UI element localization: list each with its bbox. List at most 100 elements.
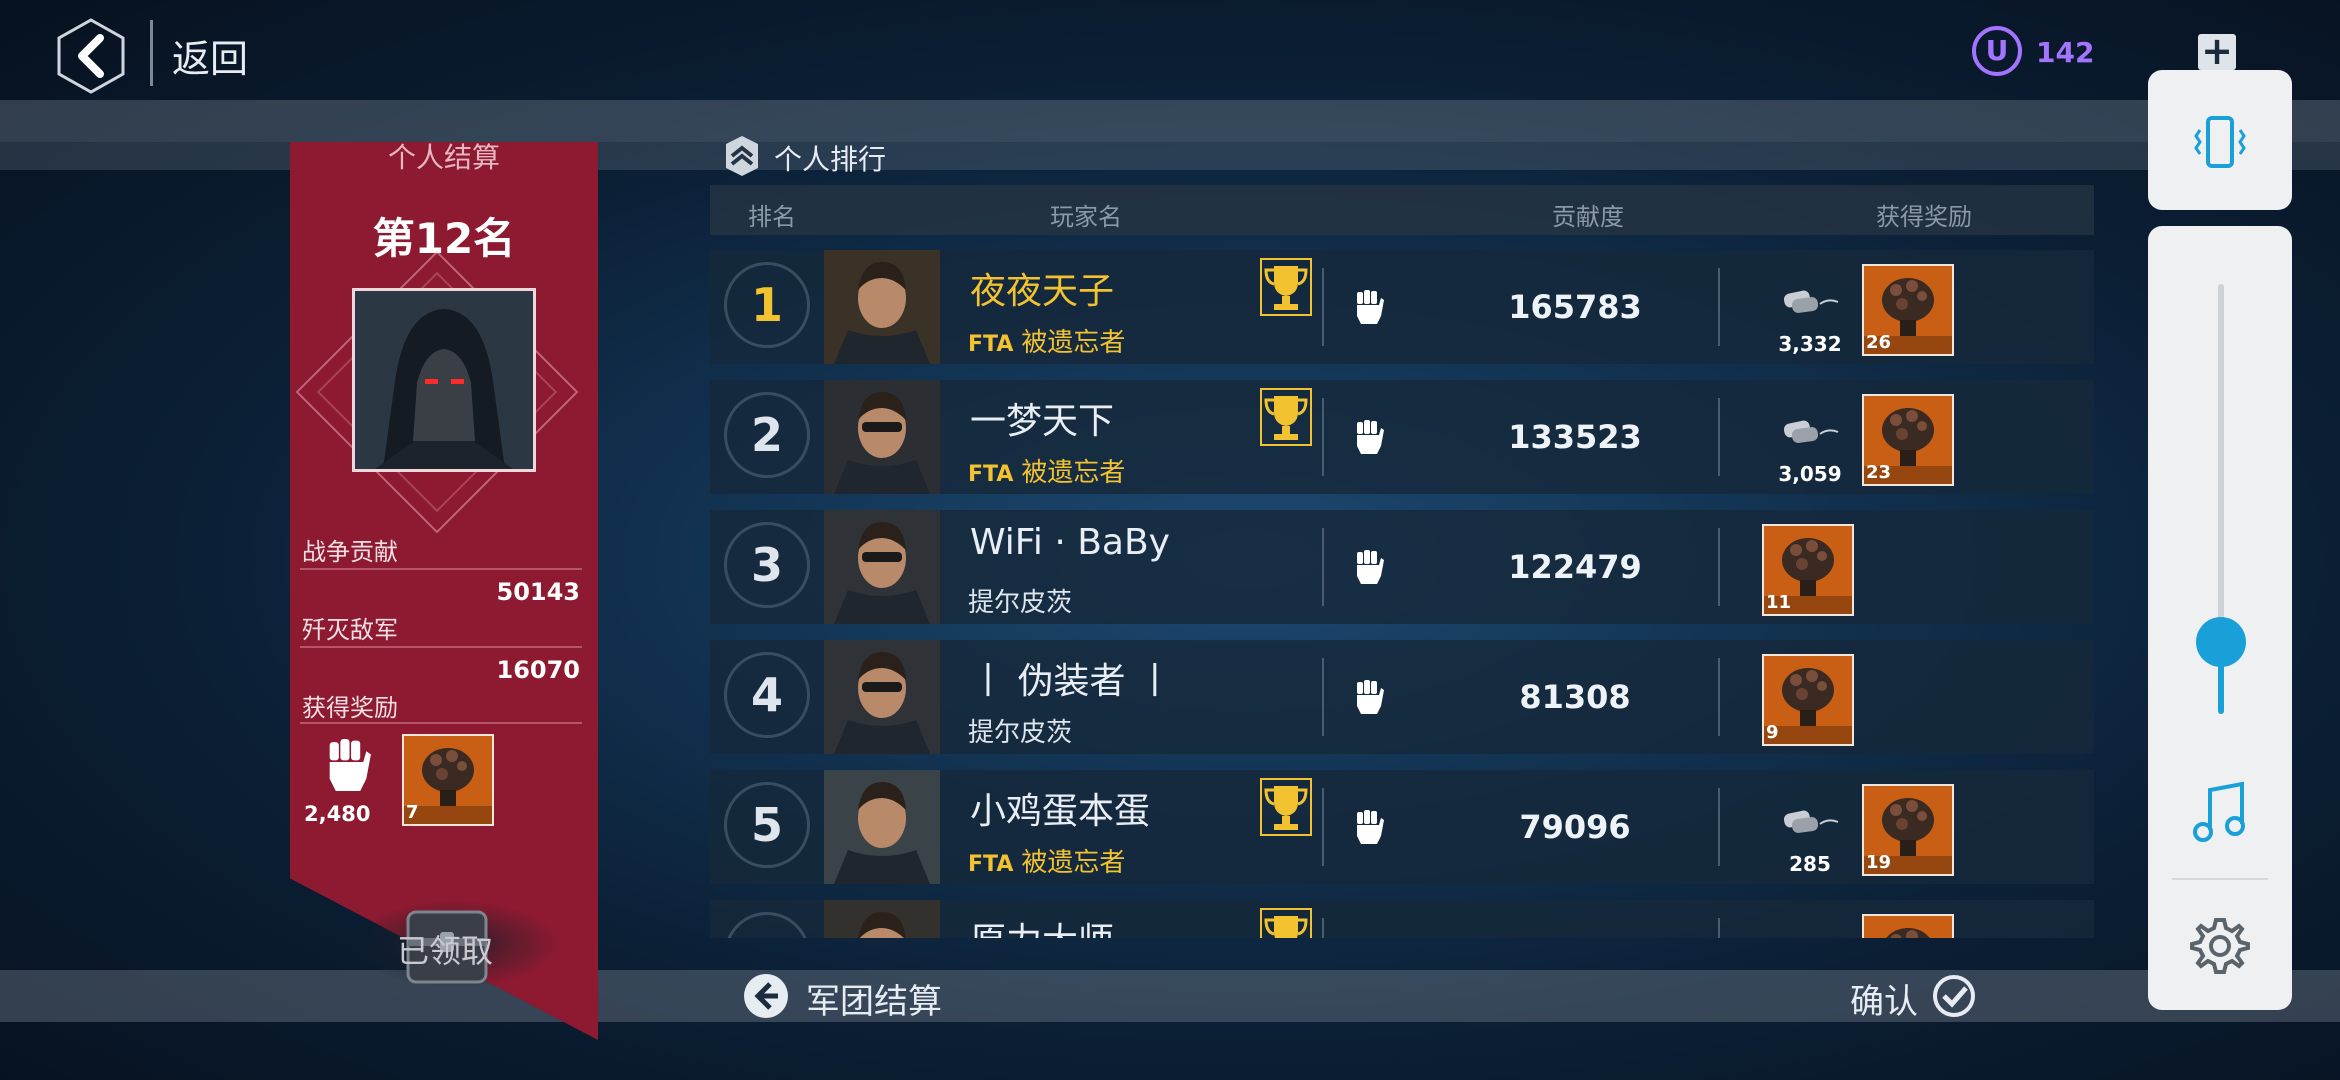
player-guild: 提尔皮茨 bbox=[968, 582, 1072, 619]
contribution-value: 165783 bbox=[1508, 288, 1642, 326]
row-divider bbox=[1718, 528, 1720, 606]
reward-crate-icon[interactable]: 9 bbox=[1762, 654, 1854, 746]
row-divider bbox=[1718, 268, 1720, 346]
fist-icon bbox=[1353, 418, 1385, 456]
rank-number: 2 bbox=[724, 392, 810, 478]
dogtag-count: 3,059 bbox=[1778, 462, 1842, 486]
rank-number: 4 bbox=[724, 652, 810, 738]
player-avatar bbox=[824, 900, 940, 938]
contribution-value: 81308 bbox=[1519, 678, 1631, 716]
ranking-row[interactable]: 1 夜夜天子 FTA 被遗忘者 165783 3,332 26 bbox=[710, 250, 2094, 364]
player-name: 小鸡蛋本蛋 bbox=[970, 791, 1151, 832]
ranking-row[interactable]: 3 WiFi · BaBy 提尔皮茨 122479 11 bbox=[710, 510, 2094, 624]
back-separator bbox=[150, 20, 153, 86]
soldier-portrait-icon bbox=[824, 770, 940, 884]
reward-count: 23 bbox=[1866, 462, 1892, 483]
column-rank: 排名 bbox=[748, 203, 796, 231]
column-player: 玩家名 bbox=[1050, 203, 1122, 231]
trophy-icon bbox=[1260, 778, 1312, 836]
guild-name: 提尔皮茨 bbox=[968, 588, 1073, 618]
trophy-icon bbox=[1260, 258, 1312, 316]
soldier-portrait-icon bbox=[824, 510, 940, 624]
guild-name: 被遗忘者 bbox=[1021, 328, 1126, 358]
rank-number bbox=[724, 912, 810, 938]
player-avatar bbox=[824, 510, 940, 624]
player-name: 原力大师 bbox=[970, 912, 1114, 938]
back-label[interactable]: 返回 bbox=[172, 28, 248, 83]
reward-crate-icon[interactable] bbox=[1862, 914, 1954, 938]
music-note-icon[interactable] bbox=[2190, 780, 2250, 846]
reward-crate-icon[interactable]: 11 bbox=[1762, 524, 1854, 616]
reward-count: 19 bbox=[1866, 852, 1892, 873]
reward-crate-icon[interactable]: 26 bbox=[1862, 264, 1954, 356]
row-divider bbox=[1322, 398, 1324, 476]
soldier-portrait-icon bbox=[824, 900, 940, 938]
left-arrow-icon bbox=[744, 974, 788, 1018]
rank-number: 3 bbox=[724, 522, 810, 608]
contribution-value: 122479 bbox=[1508, 548, 1642, 586]
row-divider bbox=[1322, 268, 1324, 346]
row-divider bbox=[1322, 528, 1324, 606]
ranking-list[interactable]: 1 夜夜天子 FTA 被遗忘者 165783 3,332 26 2 一梦天下 F… bbox=[0, 250, 2340, 938]
dogtag-icon bbox=[1778, 288, 1840, 318]
row-divider bbox=[1322, 658, 1324, 736]
fist-icon bbox=[1353, 808, 1385, 846]
panel-divider bbox=[2172, 878, 2268, 880]
back-button[interactable] bbox=[56, 18, 126, 94]
dogtag-count: 285 bbox=[1789, 852, 1831, 876]
guild-tag: FTA bbox=[968, 462, 1014, 487]
row-divider bbox=[1322, 788, 1324, 866]
trophy-icon bbox=[1260, 908, 1312, 938]
column-contribution: 贡献度 bbox=[1552, 203, 1624, 231]
personal-title: 个人结算 bbox=[387, 141, 500, 174]
soldier-portrait-icon bbox=[824, 250, 940, 364]
player-guild: FTA 被遗忘者 bbox=[968, 322, 1125, 359]
guild-tag: FTA bbox=[968, 332, 1014, 357]
soldier-portrait-icon bbox=[824, 640, 940, 754]
fist-icon bbox=[1353, 678, 1385, 716]
player-guild: 提尔皮茨 bbox=[968, 712, 1072, 749]
vibrate-icon[interactable] bbox=[2188, 110, 2252, 174]
dogtag-icon bbox=[1778, 418, 1840, 448]
player-guild: FTA 被遗忘者 bbox=[968, 842, 1125, 879]
volume-slider-knob[interactable] bbox=[2196, 617, 2246, 667]
reward-count: 9 bbox=[1766, 722, 1779, 743]
ranking-row[interactable]: 原力大师 bbox=[710, 900, 2094, 938]
reward-crate-icon[interactable]: 19 bbox=[1862, 784, 1954, 876]
row-divider bbox=[1718, 658, 1720, 736]
player-name: 夜夜天子 bbox=[970, 271, 1115, 312]
trophy-icon bbox=[1260, 388, 1312, 446]
fist-icon bbox=[1353, 288, 1385, 326]
confirm-label[interactable]: 确认 bbox=[1850, 974, 1918, 1023]
player-guild: FTA 被遗忘者 bbox=[968, 452, 1125, 489]
player-avatar bbox=[824, 380, 940, 494]
dogtag-icon bbox=[1778, 808, 1840, 838]
ranking-row[interactable]: 2 一梦天下 FTA 被遗忘者 133523 3,059 23 bbox=[710, 380, 2094, 494]
guild-name: 被遗忘者 bbox=[1021, 458, 1126, 488]
legion-settlement-button[interactable] bbox=[742, 972, 790, 1020]
reward-crate-icon[interactable]: 23 bbox=[1862, 394, 1954, 486]
soldier-portrait-icon bbox=[824, 380, 940, 494]
row-divider bbox=[1718, 918, 1720, 938]
currency-icon: U bbox=[1972, 26, 2022, 76]
guild-tag: FTA bbox=[968, 852, 1014, 877]
contribution-value: 133523 bbox=[1508, 418, 1642, 456]
player-name: WiFi · BaBy bbox=[970, 522, 1170, 563]
reward-count: 26 bbox=[1866, 332, 1892, 353]
row-divider bbox=[1718, 398, 1720, 476]
player-avatar bbox=[824, 640, 940, 754]
contribution-value: 79096 bbox=[1519, 808, 1631, 846]
dogtag-count: 3,332 bbox=[1778, 332, 1842, 356]
ranking-title: 个人排行 bbox=[774, 143, 887, 176]
ranking-row[interactable]: 4 丨 伪装者 丨提尔皮茨 81308 9 bbox=[710, 640, 2094, 754]
player-name: 一梦天下 bbox=[970, 401, 1115, 442]
legion-settlement-label[interactable]: 军团结算 bbox=[806, 974, 942, 1023]
ranking-row[interactable]: 5 小鸡蛋本蛋 FTA 被遗忘者 79096 285 19 bbox=[710, 770, 2094, 884]
player-avatar bbox=[824, 250, 940, 364]
column-reward: 获得奖励 bbox=[1876, 203, 1972, 231]
gear-icon[interactable] bbox=[2188, 914, 2252, 978]
reward-count: 11 bbox=[1766, 592, 1792, 613]
add-currency-button[interactable]: + bbox=[2198, 32, 2236, 70]
check-icon[interactable] bbox=[1932, 974, 1976, 1018]
rank-number: 5 bbox=[724, 782, 810, 868]
